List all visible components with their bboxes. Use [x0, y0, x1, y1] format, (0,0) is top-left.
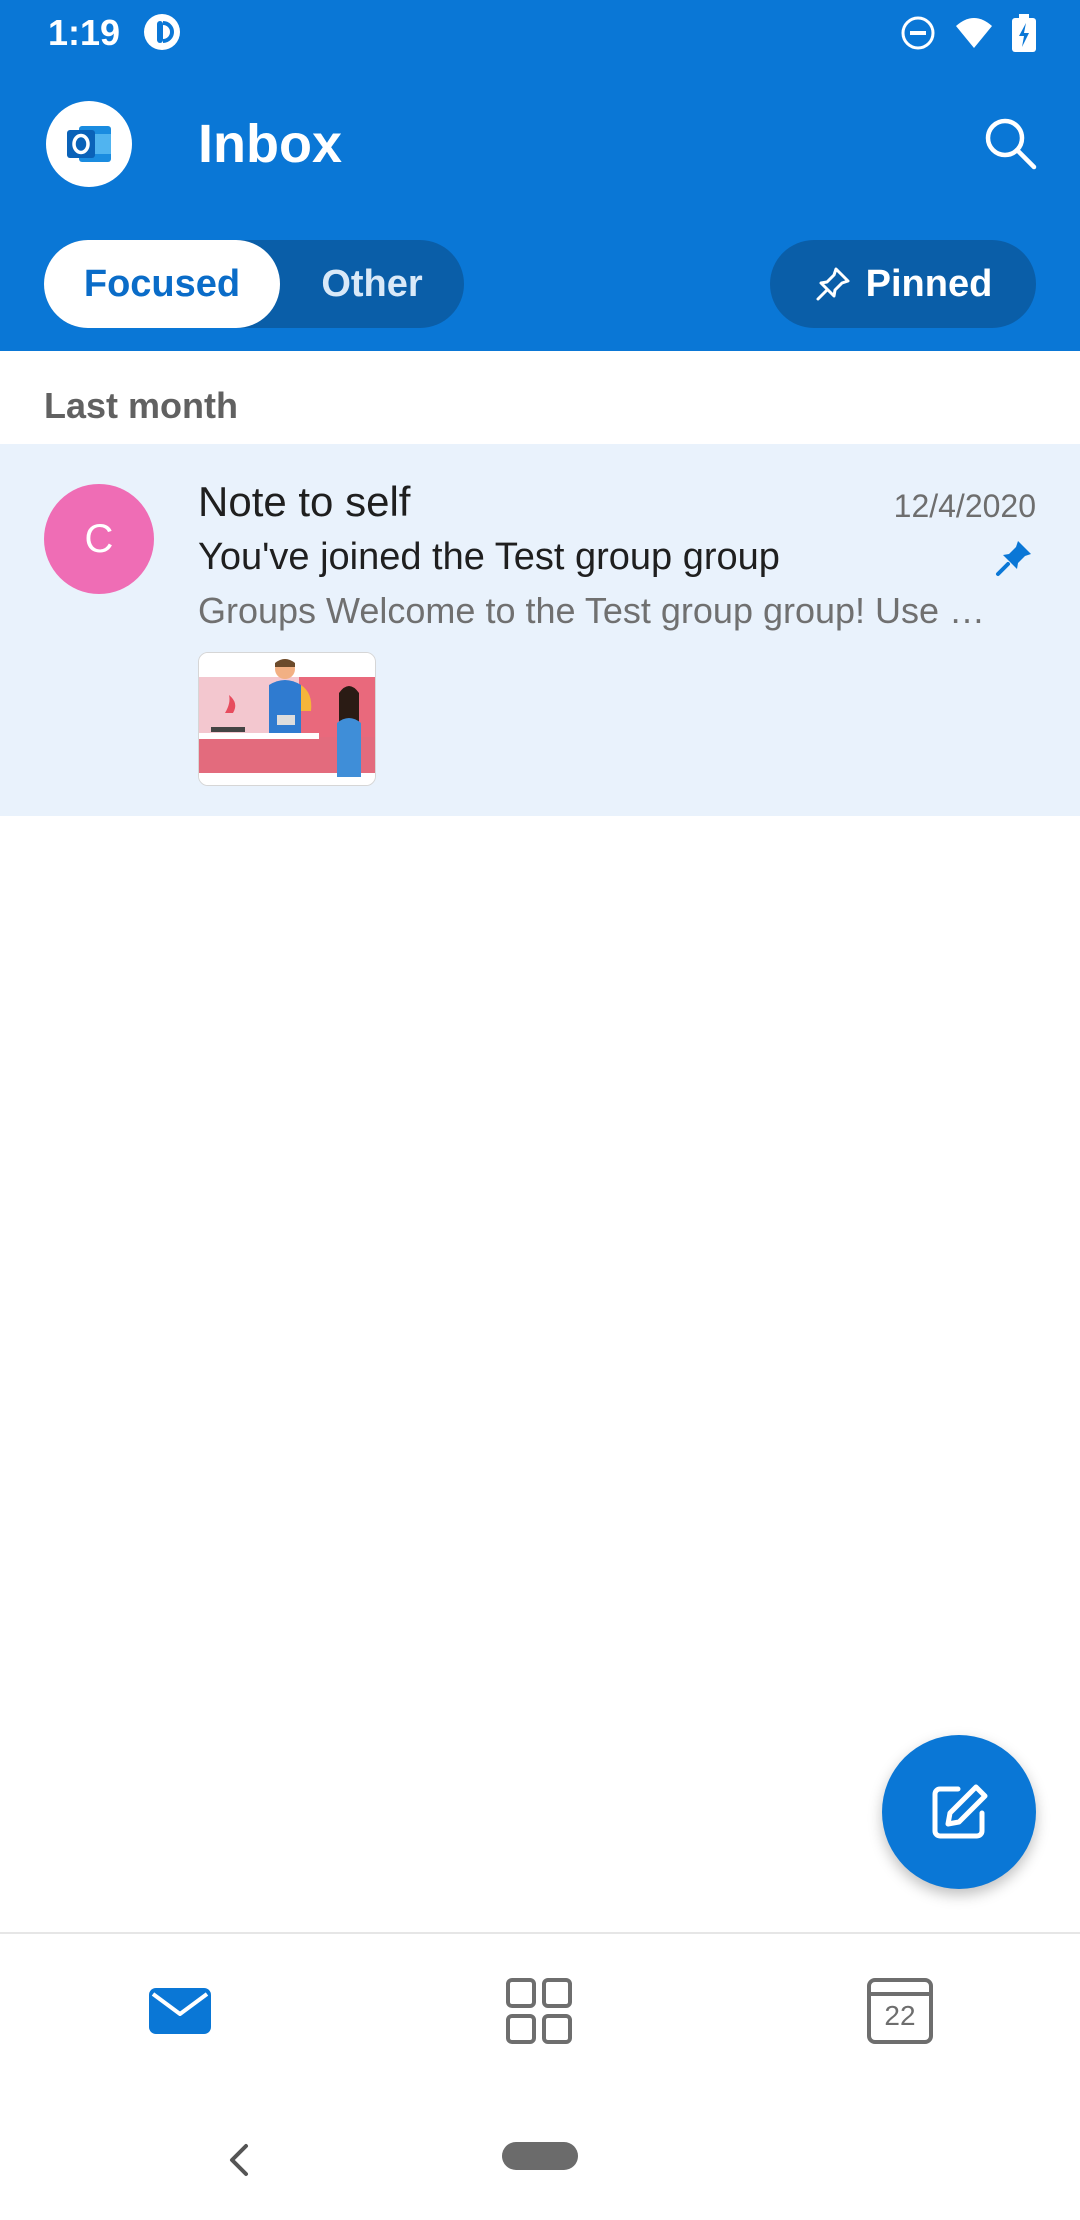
message-sender: Note to self	[198, 478, 411, 525]
system-navigation-bar	[0, 2092, 1080, 2220]
notification-app-icon	[142, 12, 182, 52]
wifi-icon	[954, 16, 994, 50]
outlook-logo-icon	[67, 126, 111, 162]
tab-other[interactable]: Other	[280, 240, 464, 328]
status-bar: 1:19	[0, 0, 1080, 66]
pin-outline-icon	[816, 267, 850, 301]
do-not-disturb-icon	[900, 15, 936, 51]
status-time: 1:19	[48, 12, 121, 53]
back-button[interactable]	[222, 2140, 256, 2180]
section-header-last-month: Last month	[44, 385, 238, 426]
pinned-filter-button[interactable]: Pinned	[770, 240, 1036, 328]
calendar-day-number: 22	[884, 2000, 916, 2031]
search-button[interactable]	[980, 113, 1040, 173]
home-button[interactable]	[502, 2142, 578, 2170]
page-title: Inbox	[198, 114, 342, 174]
apps-grid-icon	[506, 1978, 572, 2044]
pinned-icon	[994, 538, 1034, 578]
tab-focused[interactable]: Focused	[44, 240, 280, 328]
inbox-filter-toggle: Focused Other	[44, 240, 464, 328]
search-icon	[985, 118, 1037, 170]
message-preview: Groups Welcome to the Test group group! …	[198, 590, 986, 631]
pinned-label: Pinned	[865, 262, 993, 305]
attachment-thumbnail[interactable]	[198, 652, 376, 786]
nav-mail[interactable]	[145, 1976, 215, 2046]
message-date: 12/4/2020	[893, 488, 1036, 524]
avatar: C	[44, 484, 154, 594]
back-chevron-icon	[230, 2144, 248, 2176]
outlook-logo-button[interactable]	[46, 101, 132, 187]
message-list-item[interactable]: C Note to self 12/4/2020 You've joined t…	[0, 444, 1080, 816]
nav-calendar[interactable]: 22	[865, 1976, 935, 2046]
illustration-image	[199, 653, 375, 785]
nav-apps[interactable]	[504, 1976, 574, 2046]
battery-charging-icon	[1012, 14, 1036, 52]
message-subject: You've joined the Test group group	[198, 536, 780, 578]
bottom-navigation: 22	[0, 1932, 1080, 2094]
status-icons	[900, 14, 1036, 52]
app-header: 1:19 Inbox Focused Other Pinned	[0, 0, 1080, 351]
mail-icon	[149, 1988, 211, 2034]
compose-button[interactable]	[882, 1735, 1036, 1889]
compose-icon	[932, 1784, 988, 1839]
